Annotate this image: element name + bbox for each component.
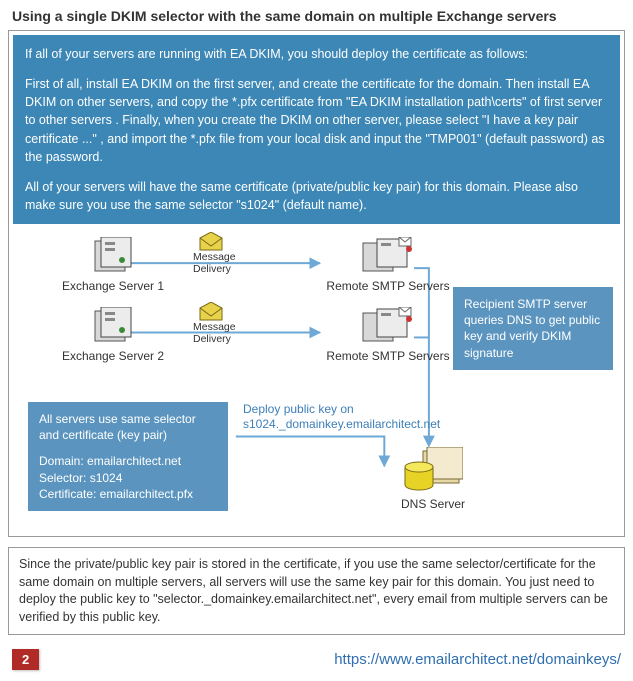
callout-recipient-dns: Recipient SMTP server queries DNS to get… bbox=[453, 287, 613, 370]
envelope-icon-1 bbox=[198, 232, 224, 252]
callout-selector-cert: All servers use same selector and certif… bbox=[28, 402, 228, 511]
callout-selector-body: Domain: emailarchitect.net Selector: s10… bbox=[39, 453, 217, 502]
mail-icon bbox=[198, 302, 224, 322]
smtp-2-label: Remote SMTP Servers bbox=[323, 349, 453, 363]
callout-recipient-text: Recipient SMTP server queries DNS to get… bbox=[464, 297, 600, 360]
smtp-1-label: Remote SMTP Servers bbox=[323, 279, 453, 293]
exchange-server-1: Exchange Server 1 bbox=[53, 237, 173, 293]
dns-server-icon bbox=[383, 447, 483, 495]
footer: 2 https://www.emailarchitect.net/domaink… bbox=[8, 649, 625, 670]
message-delivery-label-1: Message Delivery bbox=[193, 252, 236, 275]
bottom-note: Since the private/public key pair is sto… bbox=[8, 547, 625, 635]
exchange-server-2: Exchange Server 2 bbox=[53, 307, 173, 363]
server-icon bbox=[53, 307, 173, 347]
smtp-server-icon bbox=[323, 307, 453, 347]
smtp-server-icon bbox=[323, 237, 453, 277]
dns-server: DNS Server bbox=[383, 447, 483, 511]
main-frame: If all of your servers are running with … bbox=[8, 30, 625, 537]
callout-selector-head: All servers use same selector and certif… bbox=[39, 411, 217, 443]
server-icon bbox=[53, 237, 173, 277]
deploy-key-label: Deploy public key on s1024._domainkey.em… bbox=[243, 402, 463, 432]
exchange-2-label: Exchange Server 2 bbox=[53, 349, 173, 363]
footer-url: https://www.emailarchitect.net/domainkey… bbox=[334, 651, 621, 668]
remote-smtp-2: Remote SMTP Servers bbox=[323, 307, 453, 363]
mail-icon bbox=[198, 232, 224, 252]
dns-label: DNS Server bbox=[383, 497, 483, 511]
page-number-badge: 2 bbox=[12, 649, 39, 670]
exchange-1-label: Exchange Server 1 bbox=[53, 279, 173, 293]
diagram-area: Exchange Server 1 Message Delivery bbox=[13, 232, 620, 532]
message-delivery-label-2: Message Delivery bbox=[193, 322, 236, 345]
info-paragraph-3: All of your servers will have the same c… bbox=[25, 178, 608, 214]
info-paragraph-2: First of all, install EA DKIM on the fir… bbox=[25, 75, 608, 166]
info-box: If all of your servers are running with … bbox=[13, 35, 620, 224]
page-title: Using a single DKIM selector with the sa… bbox=[8, 6, 625, 30]
info-paragraph-1: If all of your servers are running with … bbox=[25, 45, 608, 63]
remote-smtp-1: Remote SMTP Servers bbox=[323, 237, 453, 293]
envelope-icon-2 bbox=[198, 302, 224, 322]
